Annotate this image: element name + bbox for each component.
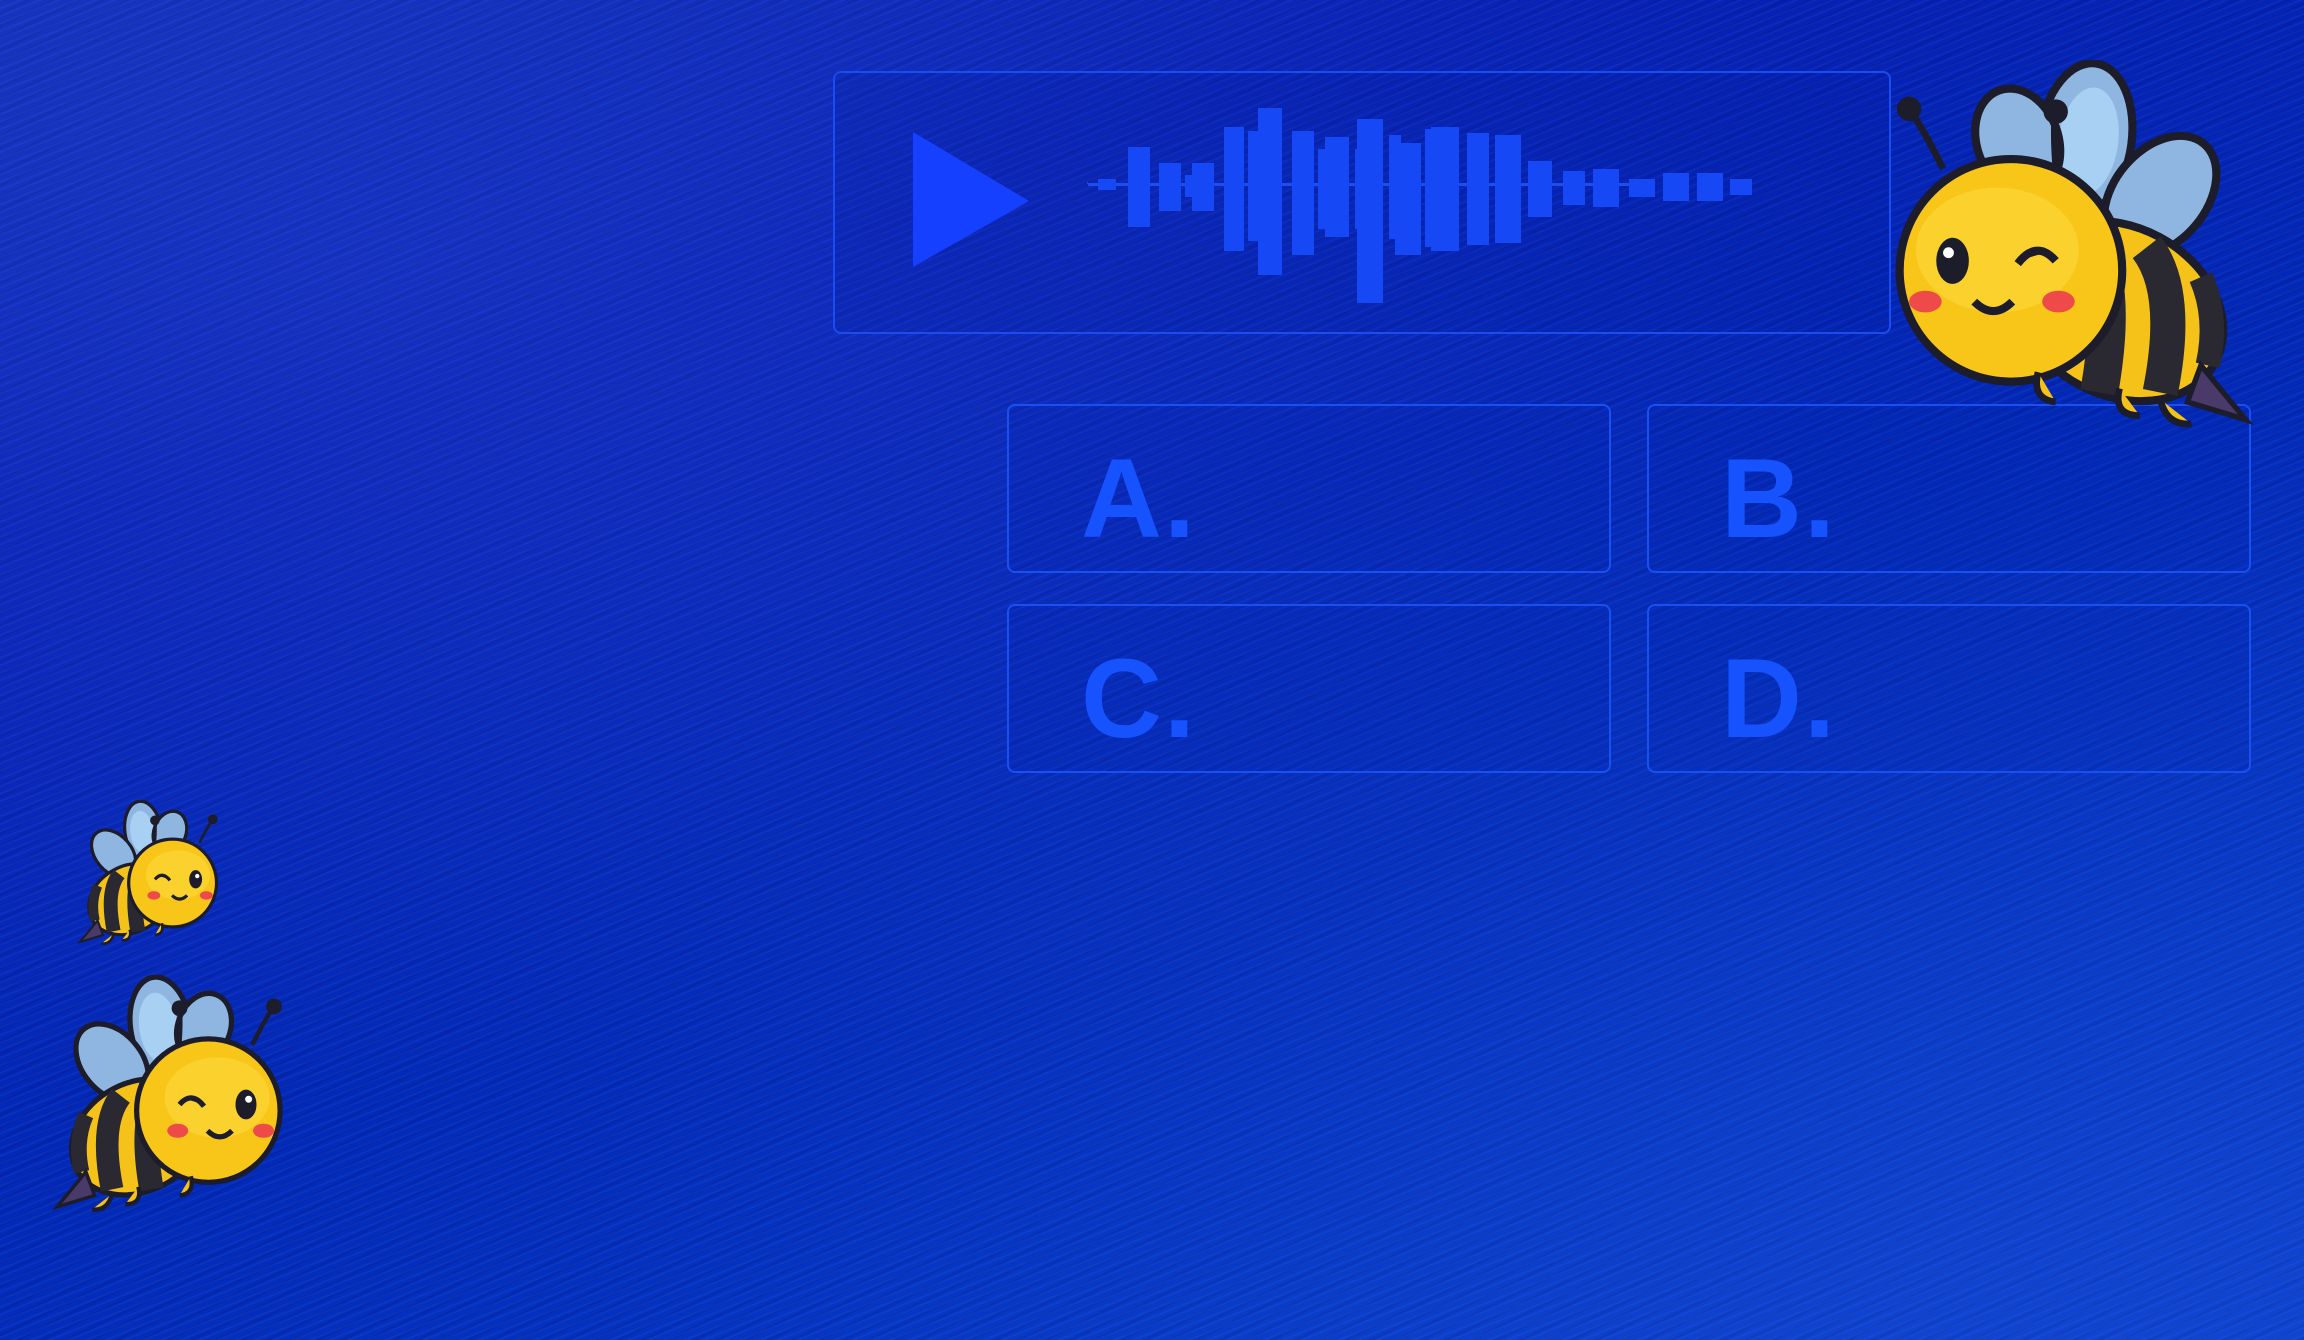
option-d-label: D. <box>1721 636 1837 761</box>
bee-mascot-icon <box>66 800 231 950</box>
waveform-icon <box>1087 108 1752 303</box>
option-a[interactable]: A. <box>1007 404 1611 573</box>
option-c-label: C. <box>1081 636 1197 761</box>
play-icon[interactable] <box>913 132 1029 267</box>
audio-player[interactable] <box>833 71 1891 334</box>
option-c[interactable]: C. <box>1007 604 1611 773</box>
bee-mascot-icon <box>1862 60 2282 440</box>
option-b-label: B. <box>1721 436 1837 561</box>
option-d[interactable]: D. <box>1647 604 2251 773</box>
bee-mascot-icon <box>34 975 304 1220</box>
option-a-label: A. <box>1081 436 1197 561</box>
